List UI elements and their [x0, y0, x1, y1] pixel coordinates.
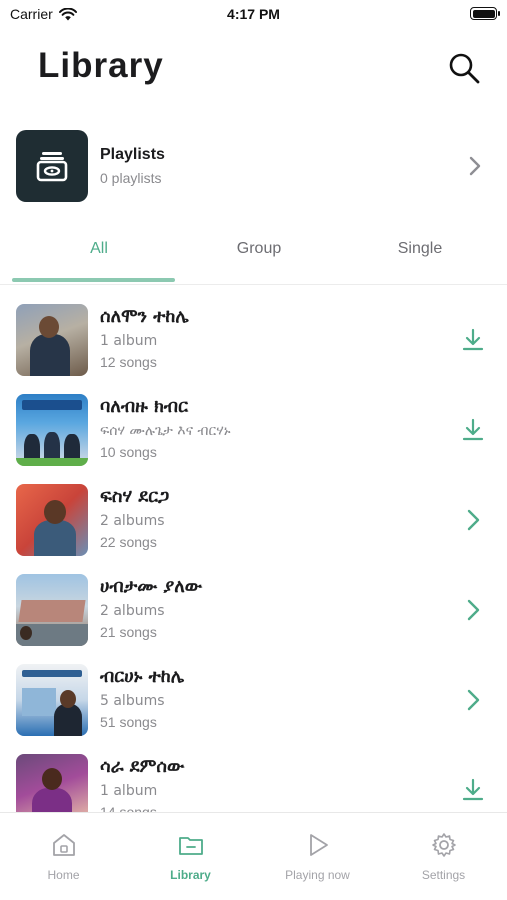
artist-songs: 12 songs [100, 354, 157, 370]
tabbar-label: Playing now [285, 868, 350, 882]
chevron-right-icon[interactable] [459, 506, 487, 534]
tabs-divider [0, 284, 507, 285]
chevron-right-icon [469, 156, 481, 175]
artist-albums: ፍሰሃ ሙሉጌታ እና ብርሃኑ [100, 423, 231, 439]
tabbar-library[interactable]: Library [127, 813, 254, 900]
playlists-count: 0 playlists [100, 169, 162, 186]
artist-name: ሳራ ደምሰው [100, 756, 185, 777]
download-icon[interactable] [459, 416, 487, 444]
artist-row[interactable]: ፍስሃ ደርጋ 2 albums 22 songs [16, 476, 491, 566]
artist-name: ሀብታሙ ያለው [100, 576, 203, 597]
download-icon[interactable] [459, 776, 487, 804]
artist-albums: 2 albums [100, 513, 165, 529]
playlists-title: Playlists [100, 145, 165, 163]
artist-name: ሰለሞን ተከሌ [100, 306, 189, 327]
artist-artwork [16, 484, 88, 556]
artist-albums: 1 album [100, 783, 158, 799]
artist-name: ብርሀኑ ተከሌ [100, 666, 185, 687]
search-button[interactable] [446, 50, 482, 86]
artist-row[interactable]: ሀብታሙ ያለው 2 albums 21 songs [16, 566, 491, 656]
bottom-tab-bar: Home Library Playing now Settings [0, 812, 507, 900]
artist-artwork [16, 394, 88, 466]
tabbar-settings[interactable]: Settings [380, 813, 507, 900]
artist-name: ፍስሃ ደርጋ [100, 486, 170, 507]
chevron-right-icon[interactable] [459, 686, 487, 714]
tab-all[interactable]: All [19, 240, 179, 258]
battery-icon [470, 7, 500, 20]
artist-name: ባለብዙ ክብር [100, 396, 189, 417]
search-icon [449, 53, 480, 84]
tab-group[interactable]: Group [179, 240, 339, 258]
artist-list[interactable]: ሰለሞን ተከሌ 1 album 12 songs ባለብዙ ክብር ፍሰሃ ሙ… [0, 296, 507, 812]
artist-albums: 2 albums [100, 603, 165, 619]
artist-row[interactable]: ባለብዙ ክብር ፍሰሃ ሙሉጌታ እና ብርሃኑ 10 songs [16, 386, 491, 476]
artist-artwork [16, 754, 88, 812]
artist-row[interactable]: ሳራ ደምሰው 1 album 14 songs [16, 746, 491, 812]
tabbar-label: Library [170, 868, 211, 882]
playlist-stack-icon [36, 151, 68, 181]
tabbar-label: Settings [421, 868, 466, 882]
artist-songs: 21 songs [100, 624, 157, 640]
play-icon [309, 834, 328, 856]
artist-artwork [16, 664, 88, 736]
gear-icon [431, 833, 456, 857]
page-title: Library [38, 46, 164, 85]
playlists-thumbnail [16, 129, 88, 202]
tab-single[interactable]: Single [340, 240, 500, 258]
artist-albums: 1 album [100, 333, 158, 349]
artist-albums: 5 albums [100, 693, 165, 709]
artist-songs: 10 songs [100, 444, 157, 460]
tabbar-playing-now[interactable]: Playing now [254, 813, 381, 900]
artist-songs: 22 songs [100, 534, 157, 550]
status-bar: Carrier 4:17 PM [0, 0, 507, 28]
artist-songs: 51 songs [100, 714, 157, 730]
artist-songs: 14 songs [100, 804, 157, 812]
artist-row[interactable]: ብርሀኑ ተከሌ 5 albums 51 songs [16, 656, 491, 746]
tabbar-label: Home [47, 868, 80, 882]
download-icon[interactable] [459, 326, 487, 354]
chevron-right-icon[interactable] [459, 596, 487, 624]
home-icon [52, 834, 75, 856]
tabbar-home[interactable]: Home [0, 813, 127, 900]
active-tab-indicator [12, 278, 175, 282]
artist-artwork [16, 304, 88, 376]
artist-row[interactable]: ሰለሞን ተከሌ 1 album 12 songs [16, 296, 491, 386]
folder-icon [178, 837, 203, 855]
artist-artwork [16, 574, 88, 646]
playlists-row[interactable]: Playlists 0 playlists [16, 129, 491, 202]
filter-tabs: All Group Single [0, 232, 507, 282]
status-time: 4:17 PM [227, 6, 280, 22]
